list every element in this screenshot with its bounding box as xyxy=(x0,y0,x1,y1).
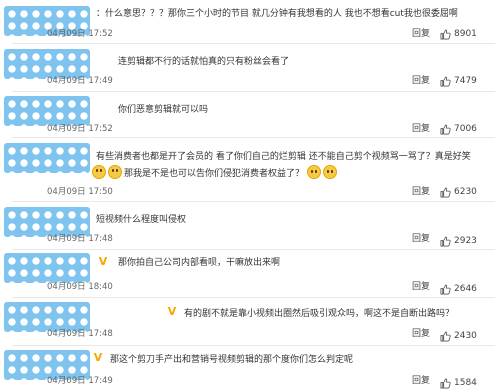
emoji-icon xyxy=(108,165,122,179)
thumbs-up-icon xyxy=(440,378,451,388)
like-button[interactable]: 7479 xyxy=(440,75,477,87)
reply-button[interactable]: 回复 xyxy=(412,186,430,198)
comment-date: 04月09日 18:40 xyxy=(47,282,113,292)
comment-item: V 那这个剪刀手产出和营销号视频剪辑的那个度你们怎么判定呢 04月09日 17:… xyxy=(0,346,499,392)
comment-item: 连剪辑都不行的话就怕真的只有粉丝会看了 04月09日 17:49 回复 7479 xyxy=(0,44,499,92)
comment-date: 04月09日 17:52 xyxy=(47,29,113,39)
comment-date: 04月09日 17:49 xyxy=(47,376,113,386)
comment-text: 连剪辑都不行的话就怕真的只有粉丝会看了 xyxy=(118,57,290,67)
avatar[interactable] xyxy=(4,143,90,173)
thumbs-up-icon xyxy=(440,284,451,294)
comment-text: 那这个剪刀手产出和营销号视频剪辑的那个度你们怎么判定呢 xyxy=(110,355,354,365)
thumbs-up-icon xyxy=(440,124,451,134)
thumbs-up-icon xyxy=(440,76,451,86)
emoji-icon xyxy=(306,165,321,179)
comment-text: ：什么意思？？？那你三个小时的节目 就几分钟有我想看的人 我也不想看cut我也很… xyxy=(96,9,458,19)
comment-text-line-2: 那我是不是也可以告你们侵犯消费者权益了？ xyxy=(124,169,305,179)
verified-badge-icon: V xyxy=(93,351,103,364)
like-count: 2430 xyxy=(454,331,477,341)
like-button[interactable]: 2923 xyxy=(440,235,477,247)
reply-button[interactable]: 回复 xyxy=(412,281,430,293)
comment-item: 有些消费者也都是开了会员的 看了你们自己的烂剪辑 还不能自己剪个视频骂一骂了？真… xyxy=(0,138,499,202)
reply-button[interactable]: 回复 xyxy=(412,375,430,387)
like-button[interactable]: 8901 xyxy=(440,28,477,40)
comment-text-continued: 那我是不是也可以告你们侵犯消费者权益了？ xyxy=(92,165,339,181)
reply-button[interactable]: 回复 xyxy=(412,75,430,87)
comment-date: 04月09日 17:48 xyxy=(47,329,113,339)
reply-button[interactable]: 回复 xyxy=(412,328,430,340)
like-button[interactable]: 7006 xyxy=(440,123,477,135)
verified-badge-icon: V xyxy=(167,305,177,318)
like-button[interactable]: 2646 xyxy=(440,283,477,295)
thumbs-up-icon xyxy=(440,236,451,246)
reply-button[interactable]: 回复 xyxy=(412,233,430,245)
comment-item: ：什么意思？？？那你三个小时的节目 就几分钟有我想看的人 我也不想看cut我也很… xyxy=(0,0,499,44)
like-count: 2646 xyxy=(454,284,477,294)
like-count: 2923 xyxy=(454,236,477,246)
like-count: 8901 xyxy=(454,29,477,39)
verified-badge-icon: V xyxy=(98,255,108,268)
comment-text: 那你拍自己公司内部看呗，干嘛放出来啊 xyxy=(118,258,281,268)
comment-item: V 那你拍自己公司内部看呗，干嘛放出来啊 04月09日 18:40 回复 264… xyxy=(0,250,499,298)
like-button[interactable]: 6230 xyxy=(440,186,477,198)
emoji-icon xyxy=(322,165,337,179)
reply-button[interactable]: 回复 xyxy=(412,123,430,135)
like-count: 1584 xyxy=(454,378,477,388)
comment-date: 04月09日 17:52 xyxy=(47,124,113,134)
avatar[interactable] xyxy=(4,96,90,126)
comment-text: 你们恶意剪辑就可以吗 xyxy=(118,105,209,115)
comment-date: 04月09日 17:49 xyxy=(47,76,113,86)
like-button[interactable]: 2430 xyxy=(440,330,477,342)
comment-text: 短视频什么程度叫侵权 xyxy=(96,215,187,225)
emoji-icon xyxy=(92,165,106,179)
like-button[interactable]: 1584 xyxy=(440,377,477,389)
comment-item: V 有的剧不就是靠小视频出圈然后吸引观众吗，啊这不是自断出路吗？ 04月09日 … xyxy=(0,298,499,346)
comment-item: 你们恶意剪辑就可以吗 04月09日 17:52 回复 7006 xyxy=(0,92,499,138)
comment-list: ：什么意思？？？那你三个小时的节目 就几分钟有我想看的人 我也不想看cut我也很… xyxy=(0,0,499,392)
comment-date: 04月09日 17:50 xyxy=(47,187,113,197)
like-count: 6230 xyxy=(454,187,477,197)
comment-text: 有的剧不就是靠小视频出圈然后吸引观众吗，啊这不是自断出路吗？ xyxy=(184,309,455,319)
like-count: 7006 xyxy=(454,124,477,134)
avatar[interactable] xyxy=(4,253,90,283)
reply-button[interactable]: 回复 xyxy=(412,28,430,40)
thumbs-up-icon xyxy=(440,187,451,197)
like-count: 7479 xyxy=(454,76,477,86)
comment-date: 04月09日 17:48 xyxy=(47,234,113,244)
thumbs-up-icon xyxy=(440,331,451,341)
thumbs-up-icon xyxy=(440,29,451,39)
comment-item: 短视频什么程度叫侵权 04月09日 17:48 回复 2923 xyxy=(0,202,499,250)
comment-text: 有些消费者也都是开了会员的 看了你们自己的烂剪辑 还不能自己剪个视频骂一骂了？真… xyxy=(96,152,471,162)
